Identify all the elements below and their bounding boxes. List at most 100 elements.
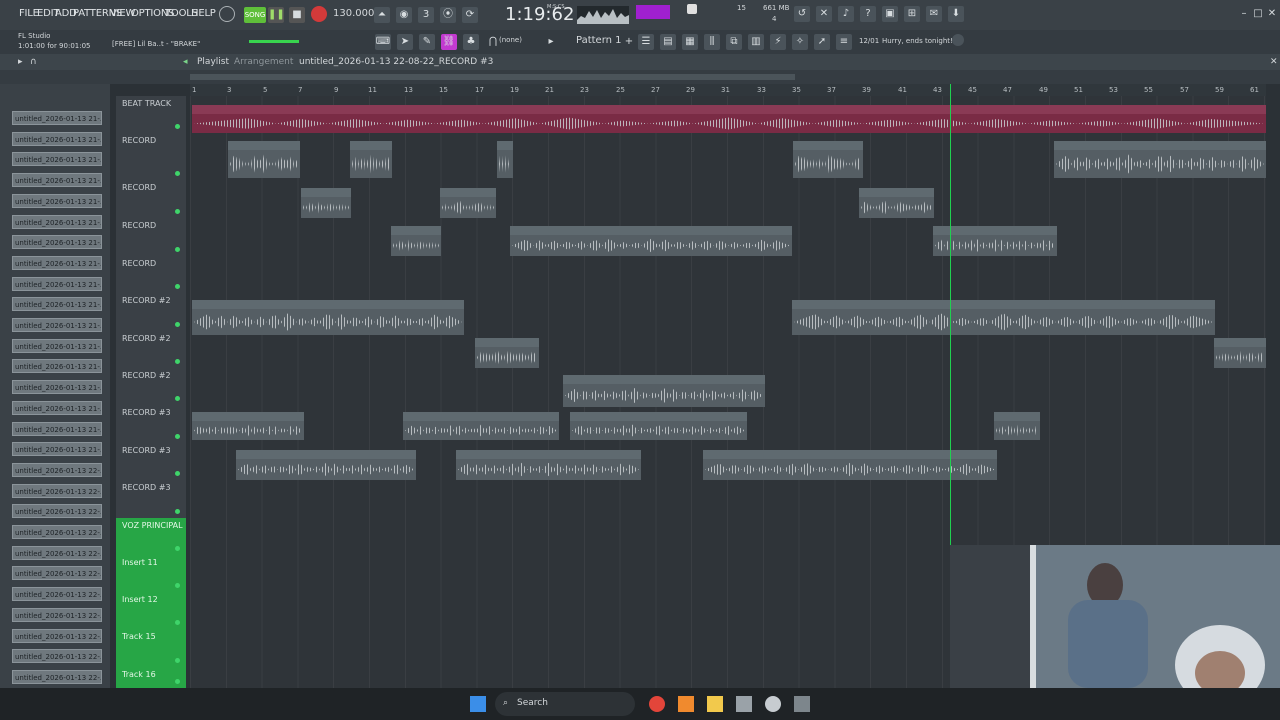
audio-clip[interactable]: untitled_2026-01-13 22-06-29_RECORD #3	[570, 412, 747, 440]
channel-rack-icon[interactable]: ▦	[682, 34, 698, 50]
track-header[interactable]: RECORD #3	[116, 480, 186, 519]
browser-item[interactable]: untitled_2026-01-13 21-...	[12, 214, 102, 229]
record-icon[interactable]	[311, 6, 327, 22]
audio-clip[interactable]: untitled_2026-01-13 21-57-38_RECORD #2	[192, 300, 464, 335]
app-icon[interactable]	[736, 696, 752, 712]
link-icon[interactable]: ⛓	[441, 34, 457, 50]
track-active-indicator[interactable]	[175, 284, 180, 289]
audio-clip[interactable]: untitled_2026-01-13 22-05-46_RECORD #3	[456, 450, 641, 480]
browser-item[interactable]: untitled_2026-01-13 21-...	[12, 173, 102, 188]
audio-clip[interactable]: untitled_2026-01-13 21-53-50_RECORD	[1054, 141, 1266, 178]
browser-item[interactable]: untitled_2026-01-13 22-...	[12, 483, 102, 498]
browser-item[interactable]: untitled_2026-01-13 22-...	[12, 525, 102, 539]
audio-clip[interactable]: untitled_2..._RECORD	[228, 141, 300, 178]
script-icon[interactable]: ➚	[814, 34, 830, 50]
browser-item[interactable]: untitled_2026-01-13 21-...	[12, 276, 102, 291]
audio-clip[interactable]: untit..ORD	[350, 141, 392, 178]
browser-item[interactable]: untitled_2026-01-13 22-...	[12, 649, 102, 664]
track-header[interactable]: Track 15	[116, 629, 186, 668]
arrow-right-icon[interactable]: ➤	[397, 34, 413, 50]
piano-roll-icon[interactable]: ▤	[660, 34, 676, 50]
song-position-knob-icon[interactable]	[219, 6, 235, 22]
browser-icon[interactable]: ▥	[748, 34, 764, 50]
file-explorer-icon[interactable]	[707, 696, 723, 712]
audio-clip[interactable]: untit...RD #2	[1214, 338, 1266, 368]
browser-item[interactable]: untitled_2026-01-13 21-...	[12, 111, 102, 125]
add-pattern-icon[interactable]: +	[621, 34, 637, 50]
browser-item[interactable]: untitled_2026-01-13 22-...	[12, 587, 102, 602]
audio-clip[interactable]: [FREE] Lil Baby Type Beat - "BRAKE"	[192, 105, 1266, 133]
track-active-indicator[interactable]	[175, 171, 180, 176]
start-icon[interactable]	[470, 696, 486, 712]
audio-clip[interactable]: untitled_2026-01-13 21-51-30_RECORD	[510, 226, 792, 256]
microphone-icon[interactable]: ♪	[838, 6, 854, 22]
track-header[interactable]: BEAT TRACK	[116, 96, 186, 134]
horizontal-scrollbar[interactable]	[190, 74, 795, 80]
pattern-selector[interactable]: Pattern 1	[576, 35, 622, 46]
pause-icon[interactable]: ❚❚	[268, 7, 285, 23]
track-active-indicator[interactable]	[175, 209, 180, 214]
news-icon[interactable]: ≡	[836, 34, 852, 50]
browser-item[interactable]: untitled_2026-01-13 21-...	[12, 235, 102, 250]
audio-clip[interactable]: untitled_2026-01-13 22-05-02_RECORD #3	[403, 412, 559, 440]
track-header[interactable]: RECORD	[116, 218, 186, 257]
browser-item[interactable]: untitled_2026-01-13 21-...	[12, 297, 102, 312]
track-header[interactable]: RECORD #2	[116, 331, 186, 369]
track-active-indicator[interactable]	[175, 620, 180, 625]
wait-input-icon[interactable]: ◉	[396, 7, 412, 23]
undo-history-icon[interactable]: ↺	[794, 6, 810, 22]
browser-item[interactable]: untitled_2026-01-13 22-...	[12, 607, 102, 622]
track-header[interactable]: RECORD #3	[116, 405, 186, 444]
master-volume-slider[interactable]	[249, 40, 299, 43]
browser-item[interactable]: untitled_2026-01-13 22-...	[12, 566, 102, 581]
track-active-indicator[interactable]	[175, 247, 180, 252]
track-active-indicator[interactable]	[175, 124, 180, 129]
audio-clip[interactable]: untit..D #3	[994, 412, 1040, 440]
browser-item[interactable]: untitled_2026-01-13 22-...	[12, 504, 102, 519]
browser-item[interactable]: untitled_2026-01-13 21-...	[12, 318, 102, 332]
browser-item[interactable]: untitled_2026-01-13 21-...	[12, 193, 102, 208]
hint-text[interactable]: Hurry, ends tonight!	[882, 37, 953, 45]
browser-item[interactable]: untitled_2026-01-13 22-...	[12, 628, 102, 643]
audio-editor-icon[interactable]: ✕	[816, 6, 832, 22]
browser-item[interactable]: untitled_2026-01-13 22-...	[12, 545, 102, 560]
audio-clip[interactable]: untitl..CORD	[301, 188, 351, 218]
calculator-icon[interactable]	[794, 696, 810, 712]
track-header[interactable]: Insert 12	[116, 592, 186, 630]
audio-clip[interactable]: untitle..CORD	[391, 226, 441, 256]
audio-clip[interactable]: untitled_..._RECORD	[793, 141, 863, 178]
browser-item[interactable]: untitled_2026-01-13 21-...	[12, 131, 102, 146]
browser-item[interactable]: untitled_2026-01-13 22-...	[12, 462, 102, 477]
settings-icon[interactable]	[952, 34, 964, 46]
track-active-indicator[interactable]	[175, 434, 180, 439]
audio-clip[interactable]: untitled_2..6_RECORD	[859, 188, 934, 218]
stop-icon[interactable]: ■	[289, 7, 305, 23]
track-active-indicator[interactable]	[175, 322, 180, 327]
browser-item[interactable]: untitled_2026-01-13 21-...	[12, 400, 102, 415]
step-edit-icon[interactable]: ⦿	[440, 7, 456, 23]
help-icon[interactable]: ?	[860, 6, 876, 22]
playlist-icon[interactable]: ☰	[638, 34, 654, 50]
download-icon[interactable]: ⬇	[948, 6, 964, 22]
countdown-icon[interactable]: 3	[418, 7, 434, 23]
track-header[interactable]: RECORD	[116, 180, 186, 219]
menu-help[interactable]: HELP	[191, 8, 216, 19]
audio-clip[interactable]: untitled_2026-01-13 22-07-08_RECORD #3	[703, 450, 997, 480]
playlist-breadcrumb[interactable]: untitled_2026-01-13 22-08-22_RECORD #3	[299, 57, 493, 67]
chrome-icon[interactable]	[649, 696, 665, 712]
browser-item[interactable]: untitled_2026-01-13 21-...	[12, 442, 102, 457]
plug-icon[interactable]: ⚡	[770, 34, 786, 50]
tempo-display[interactable]: 130.000	[333, 8, 374, 19]
track-header[interactable]: VOZ PRINCIPAL	[116, 518, 186, 556]
browser-item[interactable]: untitled_2026-01-13 22-...	[12, 669, 102, 684]
magnet-small-icon[interactable]: ∩	[30, 57, 37, 67]
browser-item[interactable]: untitled_2026-01-13 21-...	[12, 152, 102, 167]
track-header[interactable]: Insert 11	[116, 555, 186, 593]
track-active-indicator[interactable]	[175, 679, 180, 684]
pencil-icon[interactable]: ✎	[419, 34, 435, 50]
menu-file[interactable]: FILE	[19, 8, 39, 19]
track-active-indicator[interactable]	[175, 471, 180, 476]
close-playlist-icon[interactable]: ✕	[1270, 57, 1278, 67]
save-icon[interactable]: ▣	[882, 6, 898, 22]
blend-notes-icon[interactable]: ⟳	[462, 7, 478, 23]
